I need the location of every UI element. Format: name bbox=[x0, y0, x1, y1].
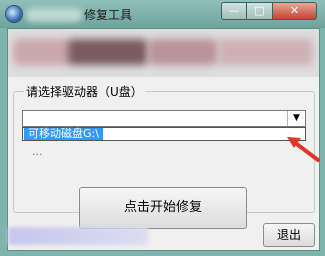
app-window: 修复工具 — □ ✕ 请选择驱动器（U盘） ▼ 可移动磁盘G:\ ... 点击开… bbox=[0, 0, 325, 256]
annotation-arrow-icon bbox=[287, 137, 320, 162]
